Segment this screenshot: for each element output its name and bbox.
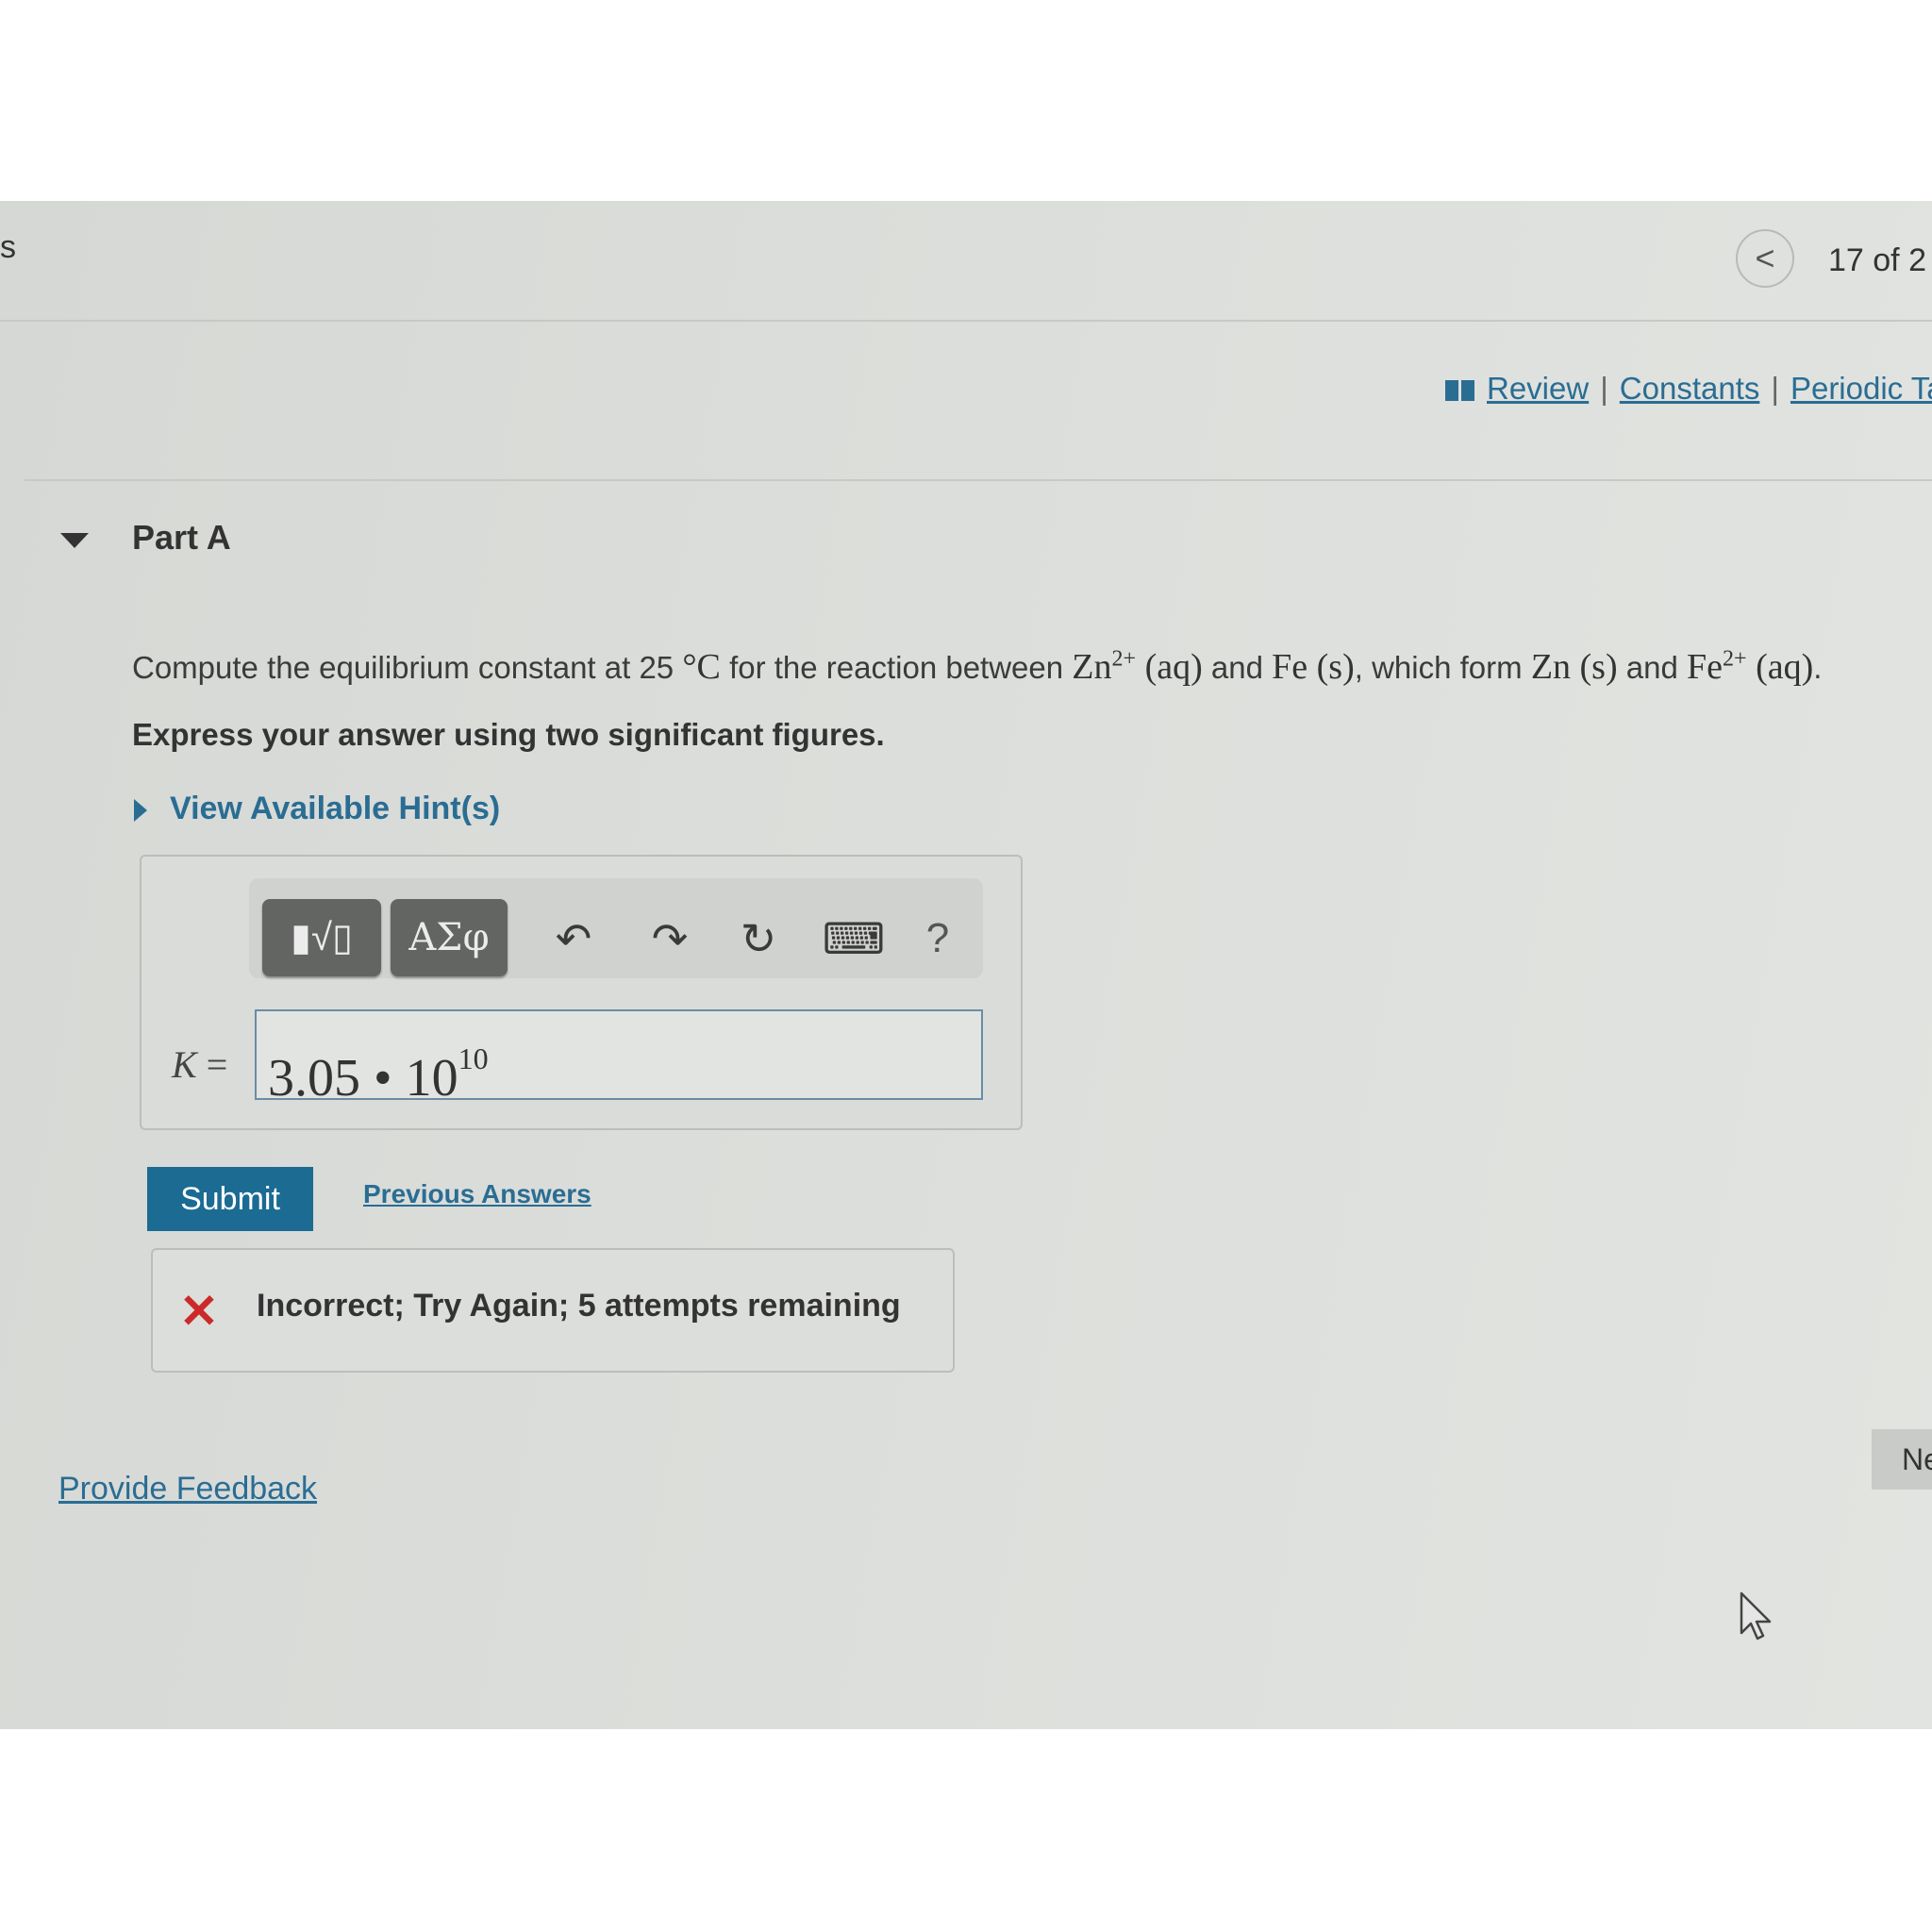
- incorrect-x-icon: ✕: [179, 1285, 219, 1338]
- answer-input[interactable]: 3.05 • 1010: [255, 1009, 983, 1108]
- link-separator: |: [1600, 371, 1608, 406]
- templates-icon: ▮√▯: [291, 917, 353, 958]
- submit-button[interactable]: Submit: [147, 1167, 313, 1231]
- section-divider: [25, 479, 1932, 481]
- chevron-left-icon: <: [1755, 239, 1775, 277]
- periodic-table-link[interactable]: Periodic Ta: [1790, 371, 1932, 406]
- mouse-pointer-icon: [1738, 1591, 1775, 1649]
- reset-icon[interactable]: ↻: [730, 910, 787, 967]
- help-icon[interactable]: ?: [909, 910, 966, 967]
- expand-triangle-icon: [134, 799, 147, 823]
- undo-icon[interactable]: ↶: [545, 910, 602, 967]
- header-divider: [0, 320, 1932, 322]
- collapse-triangle-icon[interactable]: [60, 533, 89, 548]
- provide-feedback-link[interactable]: Provide Feedback: [58, 1471, 317, 1507]
- feedback-message: Incorrect; Try Again; 5 attempts remaini…: [257, 1288, 901, 1324]
- keyboard-icon[interactable]: ⌨: [821, 910, 887, 967]
- question-text: Compute the equilibrium constant at 25 °…: [132, 646, 1823, 687]
- instruction-text: Express your answer using two significan…: [132, 717, 885, 752]
- constants-link[interactable]: Constants: [1620, 371, 1760, 406]
- link-separator: |: [1771, 371, 1779, 406]
- templates-button[interactable]: ▮√▯: [262, 899, 381, 976]
- view-hints-link[interactable]: View Available Hint(s): [134, 791, 500, 827]
- greek-symbols-button[interactable]: ΑΣφ: [391, 899, 508, 976]
- review-link[interactable]: Review: [1487, 371, 1589, 406]
- redo-icon[interactable]: ↷: [641, 910, 698, 967]
- resource-links: Review | Constants | Periodic Ta: [1445, 371, 1932, 408]
- edge-text: s: [0, 229, 16, 265]
- previous-item-button[interactable]: <: [1736, 229, 1794, 288]
- page-counter: 17 of 2: [1828, 242, 1926, 278]
- part-title: Part A: [132, 518, 231, 557]
- book-icon: [1445, 373, 1477, 408]
- screen-area: s < 17 of 2 Review | Constants | Periodic Ta…: [0, 201, 1932, 1729]
- previous-answers-link[interactable]: Previous Answers: [363, 1179, 591, 1209]
- next-button[interactable]: Ne: [1872, 1429, 1932, 1490]
- answer-variable-label: K =: [172, 1043, 228, 1086]
